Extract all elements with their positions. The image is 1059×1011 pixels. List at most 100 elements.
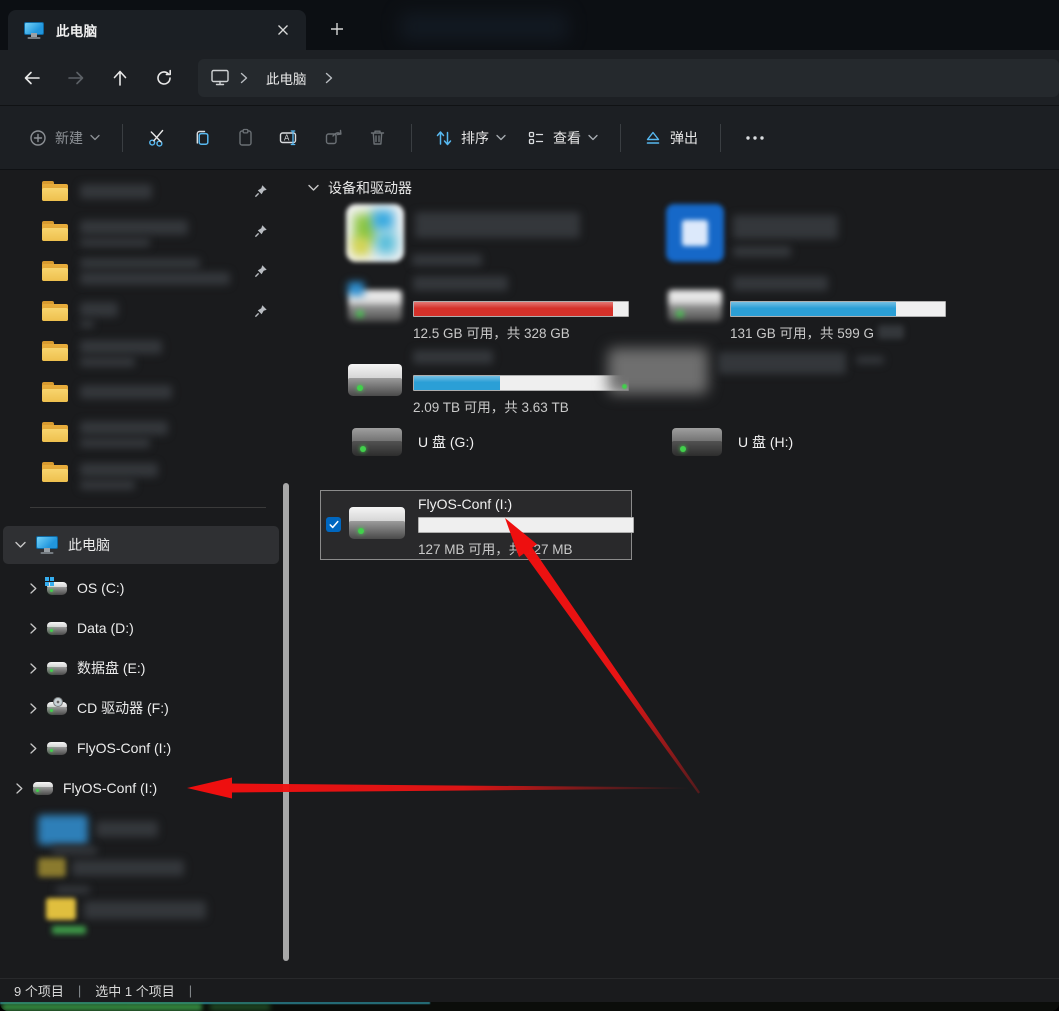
copy-icon <box>191 127 212 148</box>
pinned-folder-item[interactable] <box>0 172 282 212</box>
blurred-folder-name <box>80 184 152 199</box>
section-label: 设备和驱动器 <box>328 178 412 198</box>
navigation-sidebar: 此电脑 OS (C:) Data (D:) 数据盘 (E:) C <box>0 170 282 978</box>
blurred-folder-name <box>80 320 94 328</box>
hard-drive-icon <box>33 782 53 795</box>
blurred-terminal-text <box>210 1004 270 1010</box>
folder-icon <box>42 382 68 402</box>
this-pc-label: 此电脑 <box>68 535 110 555</box>
folder-item[interactable] <box>0 453 282 493</box>
sidebar-item-this-pc[interactable]: 此电脑 <box>3 526 279 564</box>
sort-button[interactable]: 排序 <box>424 117 516 159</box>
blurred-sidebar-label <box>96 821 158 837</box>
selection-checkbox[interactable] <box>326 517 341 532</box>
sidebar-item-flyos-root[interactable]: FlyOS-Conf (I:) <box>0 768 282 808</box>
eject-icon <box>643 128 663 148</box>
refresh-button[interactable] <box>142 58 186 98</box>
hard-drive-icon <box>348 364 402 396</box>
eject-button[interactable]: 弹出 <box>633 117 708 159</box>
back-button[interactable] <box>10 58 54 98</box>
capacity-bar-fill <box>414 302 613 316</box>
up-button[interactable] <box>98 58 142 98</box>
blurred-os-drive-icon <box>348 290 402 322</box>
chevron-down-icon <box>308 184 319 192</box>
blurred-titlebar-text <box>400 13 568 41</box>
selection-count: 选中 1 个项目 <box>95 981 174 1000</box>
chevron-down-icon <box>15 541 26 549</box>
blurred-drive-name <box>856 356 884 364</box>
sidebar-scrollbar-thumb[interactable] <box>283 483 289 961</box>
blurred-item-icon[interactable] <box>666 204 724 262</box>
pin-icon <box>254 304 268 323</box>
drive-label: 数据盘 (E:) <box>77 658 145 678</box>
blurred-folder-icon <box>38 858 66 877</box>
new-button[interactable]: 新建 <box>18 117 110 159</box>
copy-button[interactable] <box>179 118 223 158</box>
close-icon <box>277 24 289 36</box>
blurred-item-name <box>733 215 838 239</box>
blurred-sidebar-label <box>56 886 90 894</box>
capacity-bar <box>413 301 629 317</box>
share-button[interactable] <box>311 118 355 158</box>
forward-button[interactable] <box>54 58 98 98</box>
drive-item-flyos-selected[interactable]: FlyOS-Conf (I:) 127 MB 可用，共 127 MB <box>320 490 632 560</box>
arrow-right-icon <box>66 68 86 88</box>
address-bar[interactable]: 此电脑 <box>198 59 1059 97</box>
more-button[interactable] <box>733 118 777 158</box>
sidebar-item-data-e[interactable]: 数据盘 (E:) <box>0 648 282 688</box>
folder-item[interactable] <box>0 413 282 453</box>
section-devices-and-drives[interactable]: 设备和驱动器 <box>308 178 412 198</box>
drive-led <box>622 384 627 389</box>
pinned-folder-item[interactable] <box>0 292 282 332</box>
delete-button[interactable] <box>355 118 399 158</box>
blurred-folder-name <box>80 357 135 367</box>
tab-bar: 此电脑 <box>0 0 1059 50</box>
chevron-right-icon <box>30 743 37 754</box>
status-separator: | <box>189 983 192 998</box>
blurred-folder-name <box>80 272 230 285</box>
paste-button[interactable] <box>223 118 267 158</box>
pinned-folder-item[interactable] <box>0 212 282 252</box>
share-icon <box>323 127 344 148</box>
blurred-folder-name <box>80 438 150 448</box>
pin-icon <box>254 264 268 283</box>
chevron-right-icon <box>30 703 37 714</box>
pinned-folder-item[interactable] <box>0 252 282 292</box>
capacity-bar-fill <box>414 376 500 390</box>
hard-drive-icon <box>672 428 722 456</box>
blurred-terminal-text <box>2 1003 202 1011</box>
status-separator: | <box>78 983 81 998</box>
sidebar-item-data-d[interactable]: Data (D:) <box>0 608 282 648</box>
blurred-folder-icon <box>46 898 76 920</box>
cd-drive-icon <box>47 702 67 715</box>
folder-icon <box>42 181 68 201</box>
sidebar-item-flyos-child[interactable]: FlyOS-Conf (I:) <box>0 728 282 768</box>
drive-capacity-caption: 131 GB 可用，共 599 G <box>730 322 904 342</box>
view-button[interactable]: 查看 <box>516 117 608 159</box>
sidebar-item-cd-f[interactable]: CD 驱动器 (F:) <box>0 688 282 728</box>
breadcrumb-this-pc[interactable]: 此电脑 <box>258 65 315 91</box>
drive-label: FlyOS-Conf (I:) <box>63 780 157 796</box>
new-tab-button[interactable] <box>322 14 352 44</box>
hard-drive-icon <box>349 507 405 539</box>
navigation-bar: 此电脑 <box>0 50 1059 105</box>
chevron-right-icon <box>16 783 23 794</box>
cut-button[interactable] <box>135 118 179 158</box>
blurred-folder-name <box>80 220 188 235</box>
checkmark-icon <box>329 520 339 529</box>
hard-drive-icon <box>47 662 67 675</box>
tab-close-button[interactable] <box>270 17 296 43</box>
blurred-item-icon[interactable] <box>346 204 404 262</box>
drive-label: Data (D:) <box>77 620 134 636</box>
sidebar-item-os-c[interactable]: OS (C:) <box>0 568 282 608</box>
drive-capacity-caption: 2.09 TB 可用，共 3.63 TB <box>413 396 569 416</box>
folder-item[interactable] <box>0 332 282 372</box>
drive-capacity-caption: 127 MB 可用，共 127 MB <box>418 538 573 558</box>
hard-drive-icon <box>47 742 67 755</box>
file-list-pane: 设备和驱动器 12.5 GB 可用，共 328 GB <box>300 170 1059 978</box>
rename-button[interactable]: A <box>267 118 311 158</box>
blurred-folder-name <box>80 480 135 490</box>
folder-item[interactable] <box>0 373 282 413</box>
tab-this-pc[interactable]: 此电脑 <box>8 10 306 50</box>
desktop-strip-behind-window <box>0 1002 1059 1011</box>
